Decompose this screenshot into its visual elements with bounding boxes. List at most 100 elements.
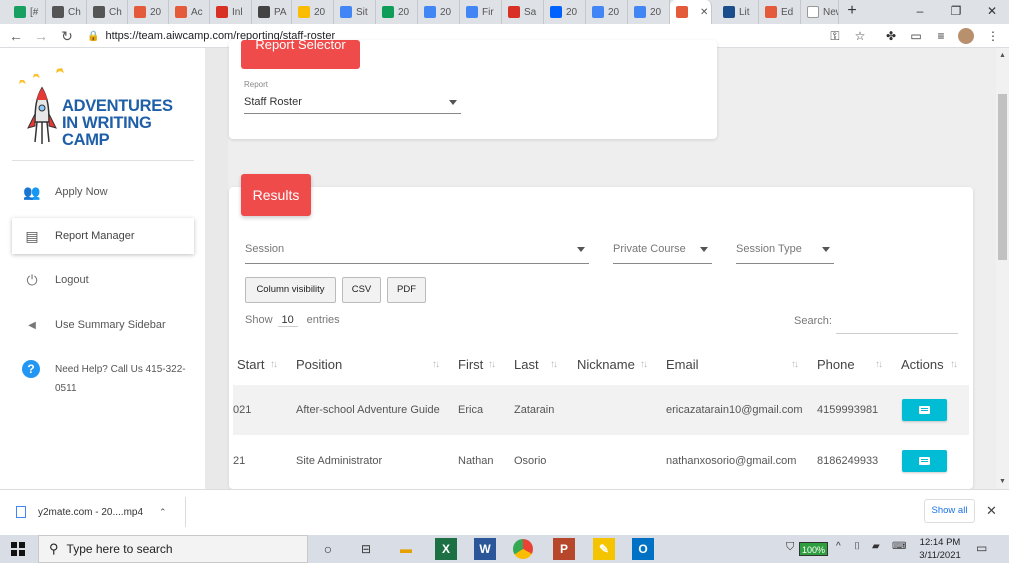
- excel-icon[interactable]: X: [435, 538, 457, 560]
- tab-label: 20: [398, 6, 410, 18]
- browser-tab[interactable]: 20: [292, 0, 334, 24]
- browser-tab[interactable]: ✕: [670, 0, 712, 24]
- camp-logo: ADVENTURES IN WRITING CAMP: [14, 62, 194, 152]
- windows-start-icon[interactable]: [8, 539, 28, 559]
- session-filter[interactable]: Session: [245, 240, 589, 264]
- new-tab-button[interactable]: +: [844, 2, 860, 20]
- cell-phone: 8186249933: [817, 455, 879, 467]
- tab-label: Ac: [191, 6, 203, 18]
- forward-icon[interactable]: →: [32, 27, 50, 45]
- tab-label: Fir: [482, 6, 494, 18]
- clock[interactable]: 12:14 PM 3/11/2021: [918, 536, 962, 562]
- entries-select[interactable]: 10: [277, 314, 298, 327]
- search-input[interactable]: [836, 316, 958, 334]
- browser-tab[interactable]: Lit: [717, 0, 759, 24]
- chevron-up-icon[interactable]: ^: [836, 541, 841, 552]
- show-all-button[interactable]: Show all: [924, 499, 975, 523]
- back-icon[interactable]: ←: [7, 27, 25, 45]
- column-header-actions[interactable]: Actions ↑↓: [901, 350, 967, 380]
- sort-icon: ↑↓: [791, 359, 799, 370]
- sticky-notes-icon[interactable]: ✎: [593, 538, 615, 560]
- column-header-email[interactable]: Email ↑↓: [666, 350, 808, 380]
- scroll-up-icon[interactable]: ▲: [999, 52, 1006, 59]
- close-tab-icon[interactable]: ✕: [700, 7, 708, 18]
- close-window-button[interactable]: ✕: [974, 0, 1009, 24]
- battery-icon[interactable]: ▰: [872, 541, 880, 552]
- scrollbar-thumb[interactable]: [998, 94, 1007, 260]
- notifications-icon[interactable]: ▭: [976, 541, 987, 555]
- extensions-icon[interactable]: ✤: [882, 27, 900, 45]
- browser-tab[interactable]: Ed: [759, 0, 801, 24]
- browser-tab[interactable]: PA: [252, 0, 292, 24]
- taskbar-search[interactable]: ⚲ Type here to search: [38, 535, 308, 563]
- pdf-button[interactable]: PDF: [387, 277, 426, 303]
- browser-tab[interactable]: Ch: [46, 0, 87, 24]
- menu-icon[interactable]: ⋮: [984, 27, 1002, 45]
- scroll-down-icon[interactable]: ▼: [999, 478, 1006, 485]
- browser-tab[interactable]: Ac: [169, 0, 210, 24]
- browser-tab[interactable]: 20: [418, 0, 460, 24]
- browser-tab[interactable]: [#: [8, 0, 46, 24]
- logo-title: ADVENTURES IN WRITING CAMP: [62, 97, 173, 149]
- browser-tab[interactable]: Ch: [87, 0, 128, 24]
- chevron-down-icon: [700, 247, 708, 252]
- powerpoint-icon[interactable]: P: [553, 538, 575, 560]
- outlook-icon[interactable]: O: [632, 538, 654, 560]
- browser-tab[interactable]: 20: [586, 0, 628, 24]
- column-header-phone[interactable]: Phone ↑↓: [817, 350, 891, 380]
- view-details-button[interactable]: [902, 450, 947, 472]
- star-icon[interactable]: ☆: [851, 27, 869, 45]
- close-icon[interactable]: ✕: [986, 503, 997, 519]
- view-details-button[interactable]: [902, 399, 947, 421]
- cast-icon[interactable]: ▭: [907, 27, 925, 45]
- tab-favicon: [175, 6, 187, 18]
- task-view-icon[interactable]: ⊟: [355, 538, 377, 560]
- browser-tab[interactable]: 20: [628, 0, 670, 24]
- cortana-icon[interactable]: ○: [317, 538, 339, 560]
- column-header-first[interactable]: First ↑↓: [458, 350, 504, 380]
- chrome-icon[interactable]: [513, 539, 533, 559]
- browser-tab[interactable]: 20: [128, 0, 169, 24]
- browser-tab[interactable]: Sit: [334, 0, 376, 24]
- sidebar-item-apply-now[interactable]: 👥 Apply Now: [12, 174, 194, 210]
- column-visibility-button[interactable]: Column visibility: [245, 277, 336, 303]
- keyboard-icon[interactable]: ⌨: [892, 541, 906, 552]
- browser-tab[interactable]: Sa: [502, 0, 544, 24]
- browser-tab[interactable]: Inl: [210, 0, 252, 24]
- avatar[interactable]: [958, 28, 974, 44]
- tab-label: 20: [650, 6, 662, 18]
- browser-tab[interactable]: New Ta: [801, 0, 839, 24]
- word-icon[interactable]: W: [474, 538, 496, 560]
- chevron-up-icon[interactable]: ⌃: [159, 507, 167, 518]
- battery-indicator[interactable]: 100%: [799, 542, 829, 556]
- reading-list-icon[interactable]: ≡: [932, 27, 950, 45]
- key-icon[interactable]: ⚿: [826, 27, 844, 45]
- restore-button[interactable]: ❐: [938, 0, 974, 24]
- sidebar-item-summary-sidebar[interactable]: ◀ Use Summary Sidebar: [12, 307, 194, 343]
- report-select[interactable]: Staff Roster: [244, 93, 461, 114]
- minimize-button[interactable]: –: [902, 0, 938, 24]
- browser-tab[interactable]: 20: [376, 0, 418, 24]
- network-icon[interactable]: ⌷: [854, 541, 860, 552]
- clipboard-icon: ▤: [25, 227, 39, 244]
- csv-button[interactable]: CSV: [342, 277, 381, 303]
- browser-tab[interactable]: Fir: [460, 0, 502, 24]
- browser-tab[interactable]: 20: [544, 0, 586, 24]
- tab-label: Inl: [232, 6, 243, 18]
- private-course-filter[interactable]: Private Course: [613, 240, 712, 264]
- column-header-last[interactable]: Last ↑↓: [514, 350, 566, 380]
- tab-label: 20: [314, 6, 326, 18]
- reload-icon[interactable]: ↻: [58, 27, 76, 45]
- sidebar-item-report-manager[interactable]: ▤ Report Manager: [12, 218, 194, 254]
- file-explorer-icon[interactable]: ▬: [395, 538, 417, 560]
- session-type-filter-label: Session Type: [736, 243, 802, 255]
- sort-icon: ↑↓: [270, 359, 278, 370]
- column-header-position[interactable]: Position ↑↓: [296, 350, 446, 380]
- report-select-value: Staff Roster: [244, 96, 302, 108]
- column-header-start[interactable]: Start ↑↓: [237, 350, 287, 380]
- download-item[interactable]: y2mate.com - 20....mp4 ⌃: [16, 497, 186, 527]
- shield-icon[interactable]: ⛉: [786, 541, 794, 554]
- sidebar-item-logout[interactable]: ⏻ Logout: [12, 262, 194, 298]
- column-header-nickname[interactable]: Nickname ↑↓: [577, 350, 657, 380]
- session-type-filter[interactable]: Session Type: [736, 240, 834, 264]
